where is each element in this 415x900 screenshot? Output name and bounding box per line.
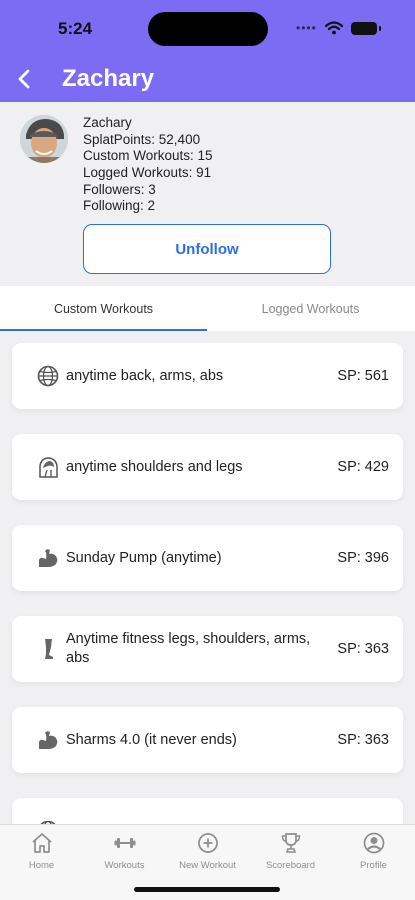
tab-custom-workouts[interactable]: Custom Workouts: [0, 286, 207, 331]
trophy-icon: [281, 833, 300, 853]
tab-new-workout[interactable]: New Workout: [166, 831, 249, 875]
wifi-icon: [324, 21, 343, 35]
tab-home-label: Home: [28, 860, 55, 871]
unfollow-button[interactable]: Unfollow: [83, 224, 331, 274]
plus-circle-icon: [197, 833, 218, 853]
logged-workouts-count: Logged Workouts: 91: [83, 165, 212, 181]
workout-sp: SP: 561: [337, 368, 389, 384]
workout-sp: SP: 429: [337, 459, 389, 475]
nav-bar: Zachary: [0, 56, 415, 102]
workout-name: [66, 798, 316, 824]
workout-sp: SP: 363: [337, 641, 389, 657]
tab-scoreboard-label: Scoreboard: [265, 860, 316, 871]
page-title: Zachary: [62, 65, 155, 92]
dynamic-island: [148, 12, 268, 46]
status-icons: ••••: [296, 19, 381, 37]
workout-sp: SP: 396: [337, 550, 389, 566]
leg-icon: [45, 639, 53, 659]
custom-workouts-count: Custom Workouts: 15: [83, 148, 213, 164]
home-icon: [31, 833, 52, 853]
tab-logged-workouts[interactable]: Logged Workouts: [207, 286, 414, 331]
followers-count[interactable]: Followers: 3: [83, 182, 213, 199]
tab-new-workout-label: New Workout: [179, 860, 236, 871]
back-button[interactable]: [12, 66, 38, 92]
tab-workouts-label: Workouts: [104, 860, 145, 871]
tab-profile-label: Profile: [360, 860, 387, 871]
profile-header: Zachary SplatPoints: 52,400 Custom Worko…: [0, 102, 415, 286]
dumbbell-icon: [114, 838, 135, 848]
status-time: 5:24: [58, 19, 93, 38]
workout-name: anytime shoulders and legs: [66, 458, 243, 475]
workout-name: Anytime fitness legs, shoulders, arms, a…: [66, 631, 311, 666]
workout-card[interactable]: [12, 798, 403, 824]
workout-tabs: Custom Workouts Logged Workouts: [0, 286, 415, 331]
tab-workouts[interactable]: Workouts: [83, 831, 166, 875]
profile-icon: [363, 832, 384, 854]
workout-name: Sunday Pump (anytime): [66, 549, 222, 566]
tab-scoreboard[interactable]: Scoreboard: [249, 831, 332, 875]
shoulder-icon: [39, 457, 58, 478]
globe-icon: [37, 365, 59, 387]
profile-name: Zachary: [83, 115, 132, 130]
tab-profile[interactable]: Profile: [332, 831, 415, 875]
flexed-arm-icon: [39, 549, 58, 567]
home-indicator: [134, 887, 280, 892]
workout-card[interactable]: anytime shoulders and legs SP: 429: [12, 434, 403, 500]
workout-card[interactable]: Anytime fitness legs, shoulders, arms, a…: [12, 616, 403, 682]
avatar-image: [20, 115, 68, 163]
chevron-left-icon: [18, 69, 30, 89]
workout-name: Sharms 4.0 (it never ends): [66, 731, 237, 748]
following-count[interactable]: Following: 2: [83, 198, 213, 215]
signal-icon: ••••: [296, 21, 317, 35]
tab-custom-workouts-label: Custom Workouts: [53, 301, 154, 316]
workout-card[interactable]: anytime back, arms, abs SP: 561: [12, 343, 403, 409]
battery-icon: [350, 21, 381, 35]
splat-points: SplatPoints: 52,400: [83, 131, 201, 147]
avatar: [20, 115, 68, 163]
tab-logged-workouts-label: Logged Workouts: [261, 301, 360, 316]
status-bar: 5:24 ••••: [0, 0, 415, 56]
tab-home[interactable]: Home: [0, 831, 83, 875]
workout-card[interactable]: Sharms 4.0 (it never ends) SP: 363: [12, 707, 403, 773]
workout-name: anytime back, arms, abs: [66, 367, 224, 384]
profile-stats: Zachary SplatPoints: 52,400 Custom Worko…: [83, 115, 213, 215]
workout-card[interactable]: Sunday Pump (anytime) SP: 396: [12, 525, 403, 591]
flexed-arm-icon: [39, 731, 58, 749]
workout-list[interactable]: anytime back, arms, abs SP: 561 anytime …: [0, 331, 415, 824]
workout-sp: SP: 363: [337, 732, 389, 748]
